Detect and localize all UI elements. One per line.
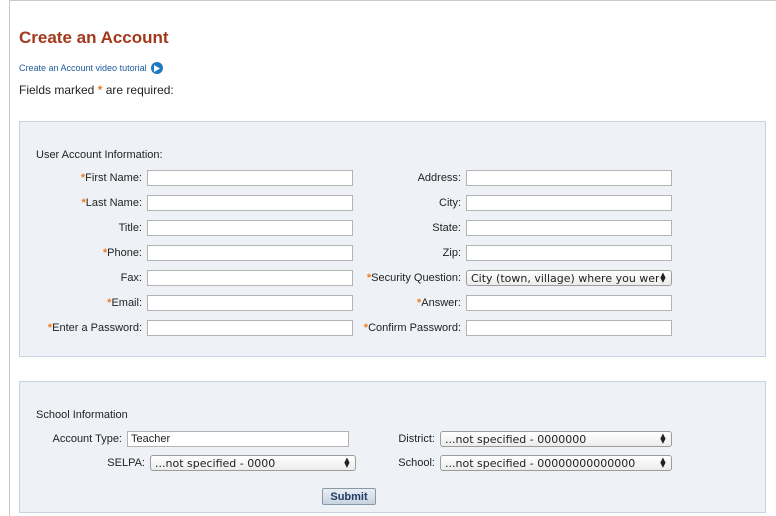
page-title: Create an Account [19,28,169,47]
security-question-row: *Security Question: City (town, village)… [350,269,672,287]
phone-label: *Phone: [22,247,147,259]
fax-label: Fax: [120,272,142,284]
address-input[interactable] [466,170,672,186]
school-info-panel: School Information Account Type: SELPA: … [19,381,766,513]
zip-row: Zip: [350,244,672,262]
up-down-arrows-icon: ▲ ▼ [660,271,666,284]
city-input[interactable] [466,195,672,211]
phone-label-text: Phone: [107,247,142,259]
confirm-password-input[interactable] [466,320,672,336]
address-label: Address: [417,172,461,184]
last-name-label: *Last Name: [22,197,147,209]
required-note-prefix: Fields marked [19,83,95,97]
email-label-text: Email: [111,297,142,309]
password-label: *Enter a Password: [22,322,147,334]
user-account-heading: User Account Information: [36,149,163,161]
first-name-label-text: First Name: [85,172,142,184]
selpa-value: ...not specified - 0000 [155,456,276,470]
required-star-icon: * [97,83,103,97]
answer-input[interactable] [466,295,672,311]
account-type-row: Account Type: [22,430,349,448]
phone-row: *Phone: [22,244,353,262]
answer-row: *Answer: [350,294,672,312]
required-fields-note: Fields marked * are required: [19,83,174,97]
last-name-input[interactable] [147,195,353,211]
state-input[interactable] [466,220,672,236]
security-question-select[interactable]: City (town, village) where you were ▲ ▼ [466,270,672,286]
title-input[interactable] [147,220,353,236]
email-input[interactable] [147,295,353,311]
state-row: State: [350,219,672,237]
last-name-row: *Last Name: [22,194,353,212]
play-circle-icon [150,62,163,74]
district-label: District: [398,433,435,445]
required-note-suffix: are required: [105,83,174,97]
zip-label: Zip: [442,247,461,259]
last-name-label-text: Last Name: [85,197,142,209]
password-label-text: Enter a Password: [52,322,142,334]
title-row: Title: [22,219,353,237]
up-down-arrows-icon: ▲ ▼ [660,456,666,469]
school-row: School: ...not specified - 0000000000000… [350,454,672,472]
account-type-input[interactable] [127,431,349,447]
title-label: Title: [118,222,142,234]
account-type-label: Account Type: [52,433,122,445]
district-value: ...not specified - 0000000 [445,432,587,446]
school-label: School: [398,457,435,469]
city-label: City: [439,197,461,209]
answer-label-text: Answer: [421,297,461,309]
zip-input[interactable] [466,245,672,261]
up-down-arrows-icon: ▲ ▼ [660,432,666,445]
security-question-value: City (town, village) where you were [471,271,659,285]
email-label: *Email: [22,297,147,309]
security-question-label-text: Security Question: [371,272,461,284]
school-value: ...not specified - 00000000000000 [445,456,636,470]
school-select[interactable]: ...not specified - 00000000000000 ▲ ▼ [440,455,672,471]
first-name-row: *First Name: [22,169,353,187]
school-info-heading: School Information [36,409,128,421]
district-select[interactable]: ...not specified - 0000000 ▲ ▼ [440,431,672,447]
user-account-panel: User Account Information: *First Name: *… [19,121,766,357]
confirm-password-label: *Confirm Password: [350,322,466,334]
address-row: Address: [350,169,672,187]
confirm-password-label-text: Confirm Password: [368,322,461,334]
video-tutorial-label: Create an Account video tutorial [19,63,147,73]
phone-input[interactable] [147,245,353,261]
fax-row: Fax: [22,269,353,287]
city-row: City: [350,194,672,212]
selpa-label: SELPA: [107,457,145,469]
password-input[interactable] [147,320,353,336]
district-row: District: ...not specified - 0000000 ▲ ▼ [350,430,672,448]
answer-label: *Answer: [350,297,466,309]
confirm-password-row: *Confirm Password: [350,319,672,337]
state-label: State: [432,222,461,234]
fax-input[interactable] [147,270,353,286]
selpa-select[interactable]: ...not specified - 0000 ▲ ▼ [150,455,356,471]
video-tutorial-link[interactable]: Create an Account video tutorial [19,62,163,74]
first-name-input[interactable] [147,170,353,186]
selpa-row: SELPA: ...not specified - 0000 ▲ ▼ [22,454,356,472]
first-name-label: *First Name: [22,172,147,184]
security-question-label: *Security Question: [350,272,466,284]
submit-button[interactable]: Submit [322,488,376,505]
email-row: *Email: [22,294,353,312]
password-row: *Enter a Password: [22,319,353,337]
